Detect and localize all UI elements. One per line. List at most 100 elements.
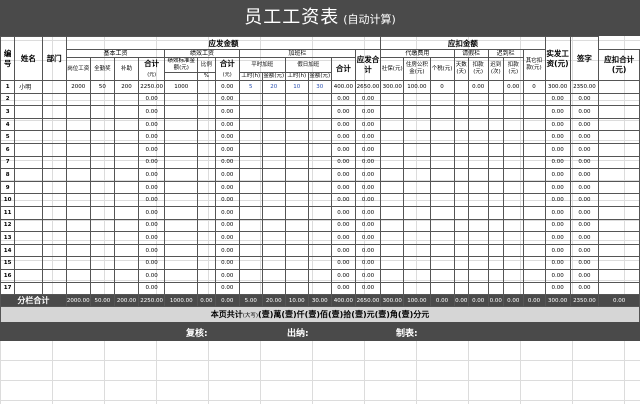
cell-net[interactable]: 0.00: [569, 243, 600, 258]
cell-attendance[interactable]: [89, 243, 115, 258]
cell-basic-total[interactable]: 0.00: [137, 193, 166, 207]
cell-empty[interactable]: [598, 180, 640, 195]
cell-post-wage[interactable]: [65, 180, 91, 195]
cell-empty[interactable]: [487, 205, 504, 220]
cell-hd-amount[interactable]: [307, 92, 332, 107]
cell-perf-total[interactable]: 0.00: [214, 180, 240, 195]
cell-housing[interactable]: [403, 205, 431, 220]
cell-empty[interactable]: [487, 218, 504, 233]
cell-hd-hours[interactable]: [284, 142, 309, 157]
cell-subsidy[interactable]: [113, 281, 140, 296]
cell-attendance[interactable]: 50: [89, 80, 115, 94]
cell-deduct-total[interactable]: 0.00: [544, 243, 571, 258]
cell-ot-total[interactable]: 0.00: [330, 205, 356, 220]
cell-empty[interactable]: [197, 168, 216, 182]
cell-subsidy[interactable]: [113, 205, 140, 220]
cell-other[interactable]: [522, 180, 546, 195]
cell-deduct-total[interactable]: 0.00: [544, 92, 571, 107]
cell-empty[interactable]: [487, 105, 504, 119]
cell-late-deduct[interactable]: [502, 193, 524, 207]
cell-late-deduct[interactable]: [502, 231, 524, 245]
cell-basic-total[interactable]: 0.00: [137, 218, 166, 233]
cell-ot-total[interactable]: 0.00: [330, 243, 356, 258]
cell-deduct-total[interactable]: 0.00: [544, 130, 571, 144]
cell-tax[interactable]: [429, 281, 455, 296]
cell-basic-total[interactable]: 0.00: [137, 231, 166, 245]
cell-empty[interactable]: [41, 256, 67, 270]
cell-name[interactable]: [14, 281, 43, 296]
cell-payable-total[interactable]: 0.00: [354, 180, 382, 195]
cell-empty[interactable]: [197, 231, 216, 245]
cell-late-deduct[interactable]: [502, 205, 524, 220]
cell-wd-amount[interactable]: 20: [261, 80, 286, 94]
cell-empty[interactable]: [41, 92, 67, 107]
cell-leave-deduct[interactable]: [467, 281, 489, 296]
cell-attendance[interactable]: [89, 142, 115, 157]
cell-net[interactable]: 0.00: [569, 117, 600, 132]
cell-ot-total[interactable]: 0.00: [330, 130, 356, 144]
cell-hd-amount[interactable]: [307, 155, 332, 170]
cell-post-wage[interactable]: [65, 243, 91, 258]
cell-social[interactable]: [380, 193, 405, 207]
cell-perf-total[interactable]: 0.00: [214, 205, 240, 220]
cell-net[interactable]: 0.00: [569, 142, 600, 157]
cell-late-deduct[interactable]: [502, 130, 524, 144]
cell-payable-total[interactable]: 0.00: [354, 205, 382, 220]
cell-subsidy[interactable]: [113, 243, 140, 258]
cell-hd-amount[interactable]: [307, 256, 332, 270]
cell-social[interactable]: [380, 168, 405, 182]
cell-empty[interactable]: [197, 268, 216, 283]
cell-post-wage[interactable]: [65, 117, 91, 132]
cell-perf-total[interactable]: 0.00: [214, 105, 240, 119]
cell-basic-total[interactable]: 2250.00: [137, 80, 166, 94]
cell-payable-total[interactable]: 0.00: [354, 130, 382, 144]
cell-leave-deduct[interactable]: [467, 205, 489, 220]
cell-name[interactable]: [14, 243, 43, 258]
cell-hd-amount[interactable]: [307, 130, 332, 144]
cell-late-deduct[interactable]: [502, 105, 524, 119]
cell-wd-hours[interactable]: [238, 180, 263, 195]
cell-other[interactable]: [522, 205, 546, 220]
cell-empty[interactable]: [598, 231, 640, 245]
cell-perf-total[interactable]: 0.00: [214, 268, 240, 283]
cell-other[interactable]: [522, 231, 546, 245]
cell-name[interactable]: [14, 193, 43, 207]
cell-empty[interactable]: [197, 193, 216, 207]
cell-empty[interactable]: [453, 130, 469, 144]
cell-empty[interactable]: [197, 105, 216, 119]
cell-perf-amount[interactable]: [164, 180, 199, 195]
cell-deduct-total[interactable]: 0.00: [544, 142, 571, 157]
cell-social[interactable]: [380, 256, 405, 270]
cell-social[interactable]: [380, 281, 405, 296]
cell-net[interactable]: 0.00: [569, 205, 600, 220]
cell-social[interactable]: [380, 268, 405, 283]
cell-payable-total[interactable]: 0.00: [354, 281, 382, 296]
cell-ot-total[interactable]: 0.00: [330, 155, 356, 170]
cell-basic-total[interactable]: 0.00: [137, 268, 166, 283]
cell-post-wage[interactable]: [65, 155, 91, 170]
cell-empty[interactable]: [598, 243, 640, 258]
cell-ot-total[interactable]: 0.00: [330, 117, 356, 132]
cell-hd-amount[interactable]: [307, 205, 332, 220]
cell-empty[interactable]: [41, 218, 67, 233]
cell-payable-total[interactable]: 2650.00: [354, 80, 382, 94]
cell-perf-amount[interactable]: [164, 256, 199, 270]
cell-empty[interactable]: [41, 193, 67, 207]
cell-wd-hours[interactable]: [238, 218, 263, 233]
cell-attendance[interactable]: [89, 180, 115, 195]
cell-perf-total[interactable]: 0.00: [214, 193, 240, 207]
cell-empty[interactable]: [487, 268, 504, 283]
cell-empty[interactable]: [453, 218, 469, 233]
cell-empty[interactable]: [487, 80, 504, 94]
cell-wd-amount[interactable]: [261, 180, 286, 195]
cell-leave-deduct[interactable]: [467, 105, 489, 119]
cell-empty[interactable]: [197, 243, 216, 258]
cell-empty[interactable]: [487, 92, 504, 107]
cell-subsidy[interactable]: [113, 105, 140, 119]
cell-basic-total[interactable]: 0.00: [137, 92, 166, 107]
cell-empty[interactable]: [41, 281, 67, 296]
cell-subsidy[interactable]: [113, 130, 140, 144]
cell-perf-total[interactable]: 0.00: [214, 130, 240, 144]
cell-empty[interactable]: [453, 92, 469, 107]
cell-basic-total[interactable]: 0.00: [137, 168, 166, 182]
